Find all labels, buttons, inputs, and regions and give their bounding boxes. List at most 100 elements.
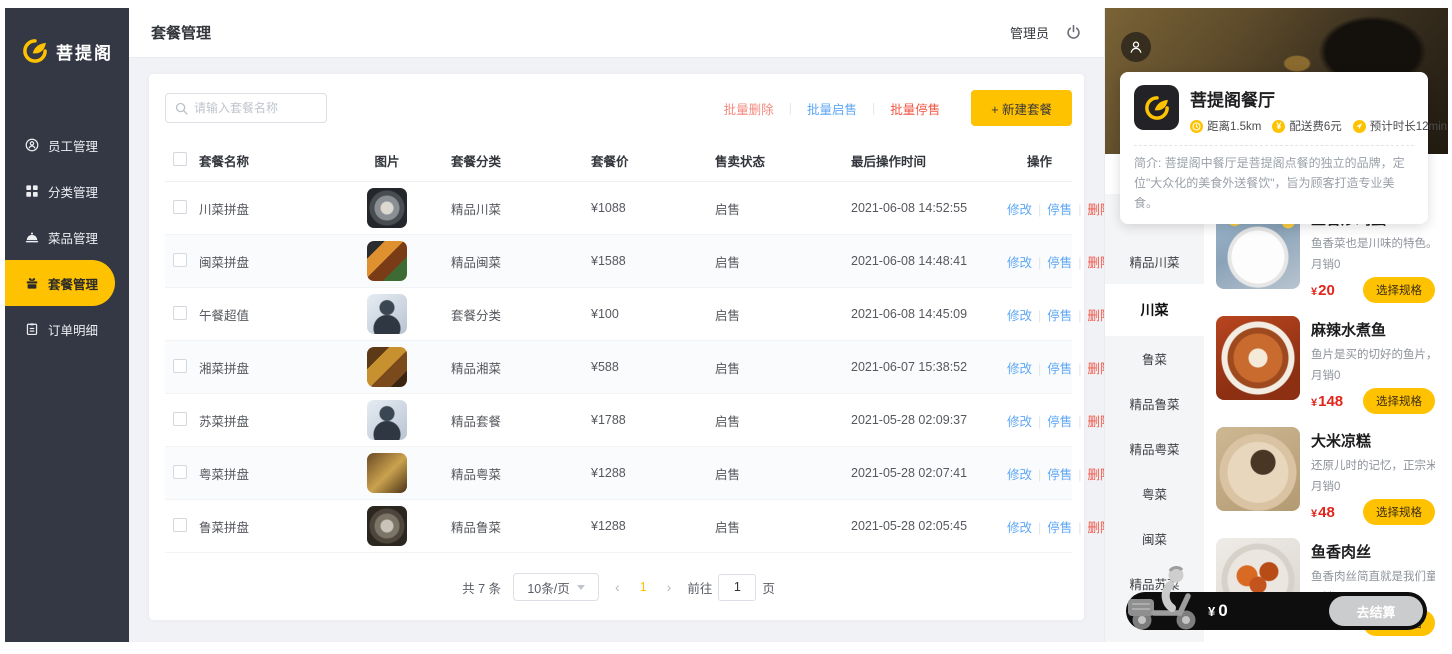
halt-sale-link[interactable]: 停售	[1047, 521, 1072, 535]
goto-label: 前往	[687, 578, 712, 597]
sidebar-item-orders[interactable]: 订单明细	[5, 306, 129, 352]
category-item[interactable]: 粤菜	[1105, 471, 1204, 516]
current-page[interactable]: 1	[636, 580, 651, 594]
divider: |	[1038, 362, 1041, 376]
dish-monthly-sales: 月销0	[1311, 256, 1435, 272]
navigation-icon	[1353, 120, 1366, 133]
edit-link[interactable]: 修改	[1007, 521, 1032, 535]
logout-button[interactable]	[1065, 24, 1082, 41]
halt-sale-link[interactable]: 停售	[1047, 468, 1072, 482]
dish-item: 大米凉糕 还原儿时的记忆，正宗米... 月销0 ¥48 选择规格	[1216, 427, 1435, 525]
choose-spec-button[interactable]: 选择规格	[1363, 388, 1435, 414]
page-title: 套餐管理	[151, 22, 211, 43]
col-price: 套餐价	[573, 151, 695, 170]
main-area: 套餐管理 管理员	[129, 8, 1104, 642]
goto-page-input[interactable]	[718, 574, 756, 601]
logo-icon	[1143, 94, 1171, 122]
row-checkbox[interactable]	[173, 412, 187, 426]
batch-disable-button[interactable]: 批量停售	[875, 99, 955, 118]
divider: |	[1078, 256, 1081, 270]
category-item[interactable]: 闽菜	[1105, 516, 1204, 561]
combo-thumbnail	[367, 188, 407, 228]
category-item[interactable]: 精品川菜	[1105, 239, 1204, 284]
category-icon	[25, 184, 39, 198]
row-checkbox[interactable]	[173, 200, 187, 214]
page-size-select[interactable]: 10条/页	[513, 573, 599, 601]
employee-icon	[25, 138, 39, 152]
combo-category: 精品鲁菜	[433, 517, 573, 536]
row-checkbox[interactable]	[173, 465, 187, 479]
divider: |	[1038, 256, 1041, 270]
power-icon	[1065, 24, 1082, 41]
halt-sale-link[interactable]: 停售	[1047, 203, 1072, 217]
sidebar-nav: 员工管理 分类管理 菜品管理 套餐管理	[5, 122, 129, 352]
table-row: 午餐超值 套餐分类 ¥100 启售 2021-06-08 14:45:09 修改…	[165, 288, 1072, 341]
dish-item: 麻辣水煮鱼 鱼片是买的切好的鱼片，... 月销0 ¥148 选择规格	[1216, 316, 1435, 414]
sidebar-item-dishes[interactable]: 菜品管理	[5, 214, 129, 260]
chevron-down-icon	[577, 585, 585, 590]
edit-link[interactable]: 修改	[1007, 256, 1032, 270]
category-item-active[interactable]: 川菜	[1105, 284, 1204, 336]
combo-management-card: 批量删除 | 批量启售 | 批量停售 + 新建套餐 套餐名称 图片 套餐分类 套…	[149, 74, 1084, 620]
col-category: 套餐分类	[433, 151, 573, 170]
avatar[interactable]	[1121, 32, 1151, 62]
halt-sale-link[interactable]: 停售	[1047, 415, 1072, 429]
batch-enable-button[interactable]: 批量启售	[792, 99, 872, 118]
row-checkbox[interactable]	[173, 253, 187, 267]
divider: |	[1038, 309, 1041, 323]
choose-spec-button[interactable]: 选择规格	[1363, 499, 1435, 525]
combo-category: 精品套餐	[433, 411, 573, 430]
distance: 距离1.5km	[1207, 118, 1261, 134]
combo-price: ¥588	[573, 360, 695, 374]
sidebar-item-categories[interactable]: 分类管理	[5, 168, 129, 214]
batch-delete-button[interactable]: 批量删除	[709, 99, 789, 118]
halt-sale-link[interactable]: 停售	[1047, 309, 1072, 323]
category-item[interactable]: 精品粤菜	[1105, 426, 1204, 471]
restaurant-intro: 简介: 菩提阁中餐厅是菩提阁点餐的独立的品牌，定位"大众化的美食外送餐饮"，旨为…	[1134, 154, 1414, 213]
row-checkbox[interactable]	[173, 359, 187, 373]
row-checkbox[interactable]	[173, 518, 187, 532]
divider: |	[1078, 521, 1081, 535]
category-item[interactable]: 鲁菜	[1105, 336, 1204, 381]
new-combo-button[interactable]: + 新建套餐	[971, 90, 1072, 126]
restaurant-meta: 距离1.5km ¥配送费6元 预计时长12min	[1190, 118, 1447, 134]
combo-category: 精品川菜	[433, 199, 573, 218]
combo-time: 2021-05-28 02:05:45	[819, 519, 1007, 533]
checkout-button[interactable]: 去结算	[1329, 596, 1423, 626]
divider	[1134, 145, 1414, 146]
search-input[interactable]	[194, 101, 317, 115]
prev-page-button[interactable]: ‹	[611, 579, 624, 595]
total-count: 共 7 条	[462, 578, 501, 597]
halt-sale-link[interactable]: 停售	[1047, 362, 1072, 376]
dish-description: 还原儿时的记忆，正宗米...	[1311, 457, 1435, 473]
dish-description: 鱼香肉丝简直就是我们童...	[1311, 568, 1435, 584]
page-size-value: 10条/页	[527, 578, 569, 597]
delivery-fee: 配送费6元	[1289, 118, 1341, 134]
combo-name: 闽菜拼盘	[199, 252, 341, 271]
dish-monthly-sales: 月销0	[1311, 367, 1435, 383]
edit-link[interactable]: 修改	[1007, 468, 1032, 482]
edit-link[interactable]: 修改	[1007, 362, 1032, 376]
halt-sale-link[interactable]: 停售	[1047, 256, 1072, 270]
logo-text: 菩提阁	[56, 39, 113, 64]
next-page-button[interactable]: ›	[663, 579, 676, 595]
choose-spec-button[interactable]: 选择规格	[1363, 277, 1435, 303]
cart-total: ¥0	[1208, 601, 1228, 621]
sidebar-item-combos[interactable]: 套餐管理	[5, 260, 115, 306]
select-all-checkbox[interactable]	[173, 152, 187, 166]
divider: |	[1038, 468, 1041, 482]
category-item[interactable]: 精品鲁菜	[1105, 381, 1204, 426]
col-actions: 操作	[1007, 151, 1072, 170]
cart-bar: ¥0 去结算	[1126, 592, 1427, 630]
divider: |	[1078, 203, 1081, 217]
combo-status: 启售	[695, 199, 819, 218]
dish-description: 鱼片是买的切好的鱼片，...	[1311, 346, 1435, 362]
delivery-scooter-icon	[1118, 561, 1210, 633]
sidebar-item-employees[interactable]: 员工管理	[5, 122, 129, 168]
edit-link[interactable]: 修改	[1007, 309, 1032, 323]
edit-link[interactable]: 修改	[1007, 203, 1032, 217]
logo-icon	[21, 37, 49, 65]
row-checkbox[interactable]	[173, 306, 187, 320]
edit-link[interactable]: 修改	[1007, 415, 1032, 429]
divider: |	[1078, 468, 1081, 482]
